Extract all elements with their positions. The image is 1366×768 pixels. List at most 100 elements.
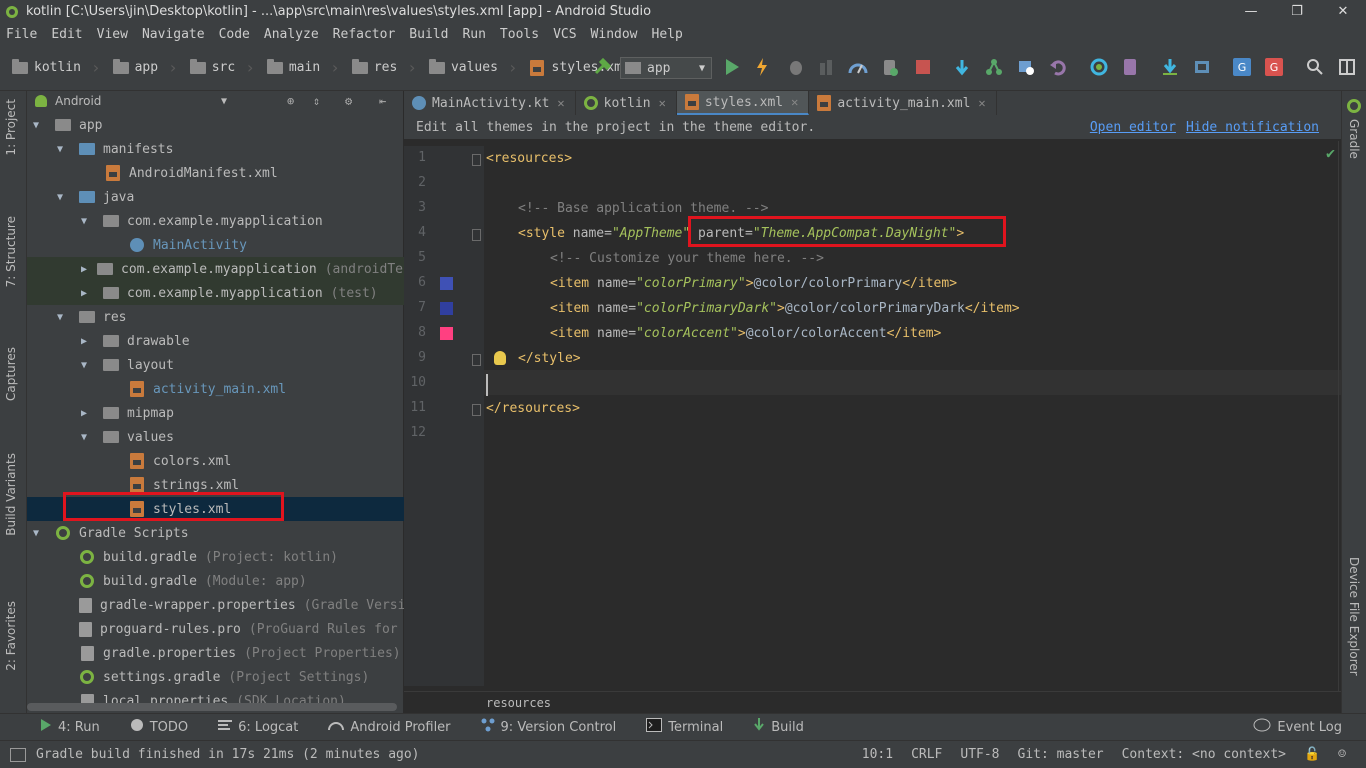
project-view-mode[interactable]: Android (55, 94, 101, 108)
tree-item[interactable]: ▼ java (27, 185, 404, 209)
tree-item[interactable]: build.gradle (Project: kotlin) (27, 545, 404, 569)
profile-icon[interactable] (848, 57, 868, 77)
breadcrumb-styles[interactable]: styles.xml (529, 59, 630, 76)
tree-item[interactable]: ▼ com.example.myapplication (27, 209, 404, 233)
breadcrumb-src[interactable]: src › (189, 58, 255, 77)
menu-file[interactable]: File (6, 27, 37, 42)
tree-item[interactable]: ▶ com.example.myapplication (test) (27, 281, 404, 305)
apply-changes-icon[interactable] (752, 57, 772, 77)
open-editor-link[interactable]: Open editor (1090, 120, 1176, 135)
tab-styles[interactable]: styles.xml ✕ (676, 91, 810, 115)
search-icon[interactable] (1305, 57, 1325, 77)
menu-refactor[interactable]: Refactor (333, 27, 396, 42)
tree-item[interactable]: ▼ values (27, 425, 404, 449)
layout-icon[interactable] (1337, 57, 1357, 77)
coverage-icon[interactable] (816, 57, 836, 77)
inspector-icon[interactable]: ☺ (1338, 747, 1346, 762)
line-separator[interactable]: CRLF (911, 747, 942, 762)
tree-item[interactable]: colors.xml (27, 449, 404, 473)
tool-run[interactable]: 4: Run (40, 718, 100, 736)
tool-event-log[interactable]: Event Log (1253, 718, 1342, 736)
menu-run[interactable]: Run (462, 27, 485, 42)
menu-tools[interactable]: Tools (500, 27, 539, 42)
vcs-commit-icon[interactable] (984, 57, 1004, 77)
fold-marker-icon[interactable] (472, 404, 481, 416)
tab-structure[interactable]: 7: Structure (4, 216, 18, 287)
sdk-manager-icon[interactable] (1160, 57, 1180, 77)
sync-gradle-icon[interactable] (1089, 57, 1109, 77)
project-structure-icon[interactable] (1192, 57, 1212, 77)
target-icon[interactable]: ⊕ (287, 94, 294, 108)
translate-alt-icon[interactable]: G (1264, 57, 1284, 77)
hide-panel-icon[interactable]: ⇤ (379, 94, 386, 108)
tree-item[interactable]: MainActivity (27, 233, 404, 257)
color-primary-dark-swatch[interactable] (440, 302, 453, 315)
close-icon[interactable]: ✕ (978, 96, 985, 110)
color-primary-swatch[interactable] (440, 277, 453, 290)
revert-icon[interactable] (1048, 57, 1068, 77)
tab-project[interactable]: 1: Project (4, 99, 18, 156)
tool-terminal[interactable]: Terminal (646, 718, 723, 736)
tool-build[interactable]: Build (753, 718, 804, 736)
tab-mainactivity[interactable]: MainActivity.kt ✕ (404, 91, 576, 115)
fold-marker-icon[interactable] (472, 154, 481, 166)
breadcrumb-res[interactable]: res › (351, 58, 417, 77)
expand-arrow-icon[interactable]: ▼ (33, 528, 45, 539)
lock-icon[interactable]: 🔓 (1304, 747, 1320, 762)
expand-arrow-icon[interactable]: ▶ (81, 336, 93, 347)
minimize-button[interactable]: — (1228, 0, 1274, 23)
expand-arrow-icon[interactable]: ▼ (81, 216, 93, 227)
file-encoding[interactable]: UTF-8 (960, 747, 999, 762)
tab-kotlin[interactable]: kotlin ✕ (576, 91, 677, 115)
tree-item[interactable]: ▶ mipmap (27, 401, 404, 425)
avd-manager-icon[interactable] (1120, 57, 1140, 77)
expand-arrow-icon[interactable]: ▼ (33, 120, 45, 131)
fold-marker-icon[interactable] (472, 229, 481, 241)
tool-todo[interactable]: TODO (130, 718, 188, 736)
translate-icon[interactable]: G (1232, 57, 1252, 77)
tree-item[interactable]: ▼ res (27, 305, 404, 329)
hide-notification-link[interactable]: Hide notification (1186, 120, 1319, 135)
expand-arrow-icon[interactable]: ▼ (57, 312, 69, 323)
expand-arrow-icon[interactable]: ▶ (81, 264, 87, 275)
toggle-tool-windows-icon[interactable] (10, 747, 26, 762)
expand-arrow-icon[interactable]: ▶ (81, 408, 93, 419)
vcs-history-icon[interactable] (1016, 57, 1036, 77)
run-config-select[interactable]: app ▼ (620, 57, 712, 79)
tab-captures[interactable]: Captures (4, 347, 18, 401)
xml-breadcrumb[interactable]: resources (486, 696, 551, 710)
tree-item[interactable]: ▶ com.example.myapplication (androidTest) (27, 257, 426, 281)
tab-gradle[interactable]: Gradle (1347, 119, 1361, 159)
tab-activity-main[interactable]: activity_main.xml ✕ (809, 91, 997, 115)
close-button[interactable]: ✕ (1320, 0, 1366, 23)
close-icon[interactable]: ✕ (659, 96, 666, 110)
collapse-icon[interactable]: ⇕ (313, 94, 320, 108)
tab-build-variants[interactable]: Build Variants (4, 453, 18, 536)
tool-version-control[interactable]: 9: Version Control (481, 718, 616, 736)
color-accent-swatch[interactable] (440, 327, 453, 340)
tab-favorites[interactable]: 2: Favorites (4, 601, 18, 671)
expand-arrow-icon[interactable]: ▼ (81, 432, 93, 443)
expand-arrow-icon[interactable]: ▼ (57, 144, 69, 155)
caret-position[interactable]: 10:1 (862, 747, 893, 762)
debug-icon[interactable] (786, 57, 806, 77)
chevron-down-icon[interactable]: ▼ (221, 96, 227, 107)
expand-arrow-icon[interactable]: ▶ (81, 288, 93, 299)
menu-code[interactable]: Code (219, 27, 250, 42)
menu-vcs[interactable]: VCS (553, 27, 576, 42)
menu-help[interactable]: Help (652, 27, 683, 42)
context-indicator[interactable]: Context: <no context> (1122, 747, 1286, 762)
breadcrumb-app[interactable]: app › (112, 58, 178, 77)
menu-analyze[interactable]: Analyze (264, 27, 319, 42)
menu-navigate[interactable]: Navigate (142, 27, 205, 42)
breadcrumb-kotlin[interactable]: kotlin › (12, 58, 101, 77)
tree-item[interactable]: build.gradle (Module: app) (27, 569, 404, 593)
lightbulb-icon[interactable] (494, 351, 506, 365)
gear-icon[interactable]: ⚙ (345, 94, 352, 108)
tool-android-profiler[interactable]: Android Profiler (328, 719, 451, 735)
tree-item[interactable]: ▼ layout (27, 353, 404, 377)
stop-icon[interactable] (913, 57, 933, 77)
run-icon[interactable] (722, 57, 742, 77)
tree-item[interactable]: activity_main.xml (27, 377, 404, 401)
breadcrumb-values[interactable]: values › (428, 58, 518, 77)
